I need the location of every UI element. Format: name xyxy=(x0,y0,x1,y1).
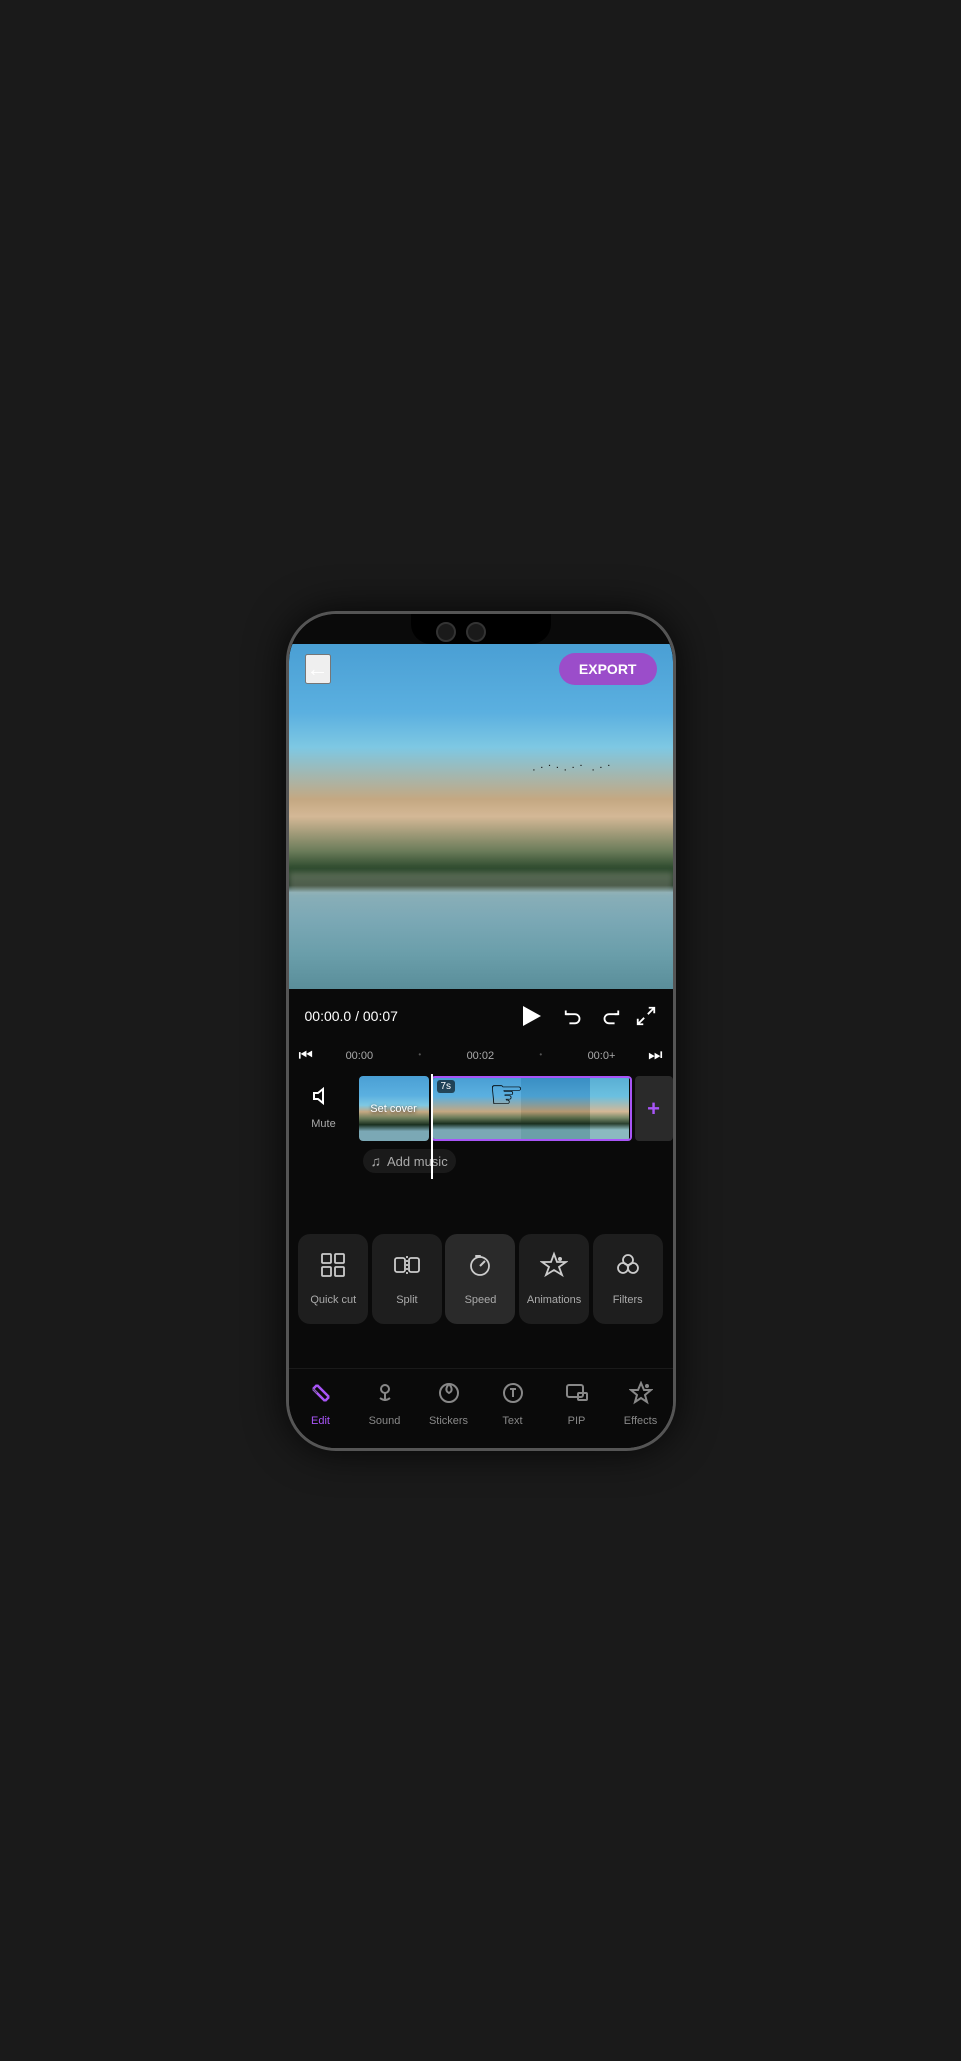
timeline-clips: Set cover 7s + ♫ Add music xyxy=(359,1074,673,1179)
music-row: ♫ Add music xyxy=(359,1144,673,1179)
timeline-playhead xyxy=(431,1074,433,1179)
nav-text[interactable]: Text xyxy=(481,1381,545,1427)
mist-overlay xyxy=(289,872,673,892)
undo-button[interactable] xyxy=(563,1005,585,1027)
nav-effects[interactable]: Effects xyxy=(609,1381,673,1427)
nav-stickers-label: Stickers xyxy=(429,1415,468,1427)
play-icon xyxy=(523,1006,541,1026)
skip-start-button[interactable]: ⏮ xyxy=(299,1047,313,1065)
bottom-nav: Edit Sound xyxy=(289,1368,673,1448)
time-separator: / xyxy=(351,1008,363,1024)
current-time: 00:00.0 xyxy=(305,1008,352,1024)
nav-pip[interactable]: PIP xyxy=(545,1381,609,1427)
tool-quick-cut-label: Quick cut xyxy=(310,1294,356,1306)
camera-right xyxy=(466,622,486,642)
effects-icon xyxy=(629,1381,653,1411)
edit-icon xyxy=(309,1381,333,1411)
set-cover-thumb[interactable]: Set cover xyxy=(359,1076,429,1141)
quick-cut-icon xyxy=(319,1251,347,1286)
set-cover-label: Set cover xyxy=(370,1103,416,1115)
ruler-time-4: 00:0+ xyxy=(588,1050,616,1062)
clip-strip[interactable]: 7s xyxy=(431,1076,632,1141)
stickers-icon xyxy=(437,1381,461,1411)
time-display: 00:00.0 / 00:07 xyxy=(305,1008,398,1024)
tool-filters[interactable]: Filters xyxy=(593,1234,663,1324)
nav-text-label: Text xyxy=(502,1415,522,1427)
phone-frame: ← EXPORT ⠄⠂⠁⠂⠄⠂⠁ ⠄⠂⠁ 00:00.0 / 00:07 xyxy=(286,611,676,1451)
tool-filters-label: Filters xyxy=(613,1294,643,1306)
add-music-button[interactable]: ♫ Add music xyxy=(363,1149,456,1173)
add-clip-button[interactable]: + xyxy=(635,1076,673,1141)
ruler-dot-2: • xyxy=(539,1050,542,1062)
controls-bar: 00:00.0 / 00:07 xyxy=(289,989,673,1044)
video-preview: ⠄⠂⠁⠂⠄⠂⠁ ⠄⠂⠁ xyxy=(289,644,673,989)
pip-icon xyxy=(565,1381,589,1411)
animations-icon xyxy=(540,1251,568,1286)
mute-label: Mute xyxy=(311,1118,335,1130)
filters-icon xyxy=(614,1251,642,1286)
speed-icon xyxy=(466,1251,494,1286)
control-buttons xyxy=(513,998,657,1034)
mute-section: Mute xyxy=(289,1074,359,1140)
tool-quick-cut[interactable]: Quick cut xyxy=(298,1234,368,1324)
tool-animations-label: Animations xyxy=(527,1294,581,1306)
nav-edit[interactable]: Edit xyxy=(289,1381,353,1427)
ruler-time-2: 00:02 xyxy=(467,1050,495,1062)
music-note-icon: ♫ xyxy=(371,1153,382,1169)
ruler-times: 00:00 • 00:02 • 00:0+ xyxy=(313,1050,648,1062)
redo-button[interactable] xyxy=(599,1005,621,1027)
nav-stickers[interactable]: Stickers xyxy=(417,1381,481,1427)
tool-split[interactable]: Split xyxy=(372,1234,442,1324)
total-time: 00:07 xyxy=(363,1008,398,1024)
tool-speed[interactable]: Speed xyxy=(445,1234,515,1324)
skip-end-button[interactable]: ⏭ xyxy=(648,1047,662,1065)
ruler-dot-1: • xyxy=(418,1050,421,1062)
nav-effects-label: Effects xyxy=(624,1415,657,1427)
birds-decoration: ⠄⠂⠁⠂⠄⠂⠁ ⠄⠂⠁ xyxy=(532,764,615,773)
video-canvas: ⠄⠂⠁⠂⠄⠂⠁ ⠄⠂⠁ xyxy=(289,644,673,989)
camera-left xyxy=(436,622,456,642)
phone-screen: ← EXPORT ⠄⠂⠁⠂⠄⠂⠁ ⠄⠂⠁ 00:00.0 / 00:07 xyxy=(289,614,673,1448)
nav-sound[interactable]: Sound xyxy=(353,1381,417,1427)
back-button[interactable]: ← xyxy=(305,654,331,684)
export-button[interactable]: EXPORT xyxy=(559,653,657,685)
video-clip-row: Set cover 7s + xyxy=(359,1074,673,1144)
timeline-area: Mute Set cover 7s + xyxy=(289,1069,673,1199)
tools-section: Quick cut Split xyxy=(289,1224,673,1334)
text-icon xyxy=(501,1381,525,1411)
top-bar: ← EXPORT xyxy=(289,644,673,694)
nav-pip-label: PIP xyxy=(568,1415,586,1427)
sound-icon xyxy=(373,1381,397,1411)
mute-icon[interactable] xyxy=(312,1084,336,1114)
nav-sound-label: Sound xyxy=(369,1415,401,1427)
fullscreen-button[interactable] xyxy=(635,1005,657,1027)
ruler-time-0: 00:00 xyxy=(346,1050,374,1062)
clip-thumb-3 xyxy=(590,1078,629,1139)
tool-animations[interactable]: Animations xyxy=(519,1234,589,1324)
tool-speed-label: Speed xyxy=(465,1294,497,1306)
timeline-ruler: ⏮ 00:00 • 00:02 • 00:0+ ⏭ xyxy=(289,1044,673,1069)
split-icon xyxy=(393,1251,421,1286)
clip-duration-badge: 7s xyxy=(437,1080,456,1093)
add-clip-icon: + xyxy=(647,1096,660,1122)
nav-edit-label: Edit xyxy=(311,1415,330,1427)
clip-thumb-2 xyxy=(521,1078,590,1139)
tool-split-label: Split xyxy=(396,1294,417,1306)
play-button[interactable] xyxy=(513,998,549,1034)
add-music-label: Add music xyxy=(387,1154,448,1169)
